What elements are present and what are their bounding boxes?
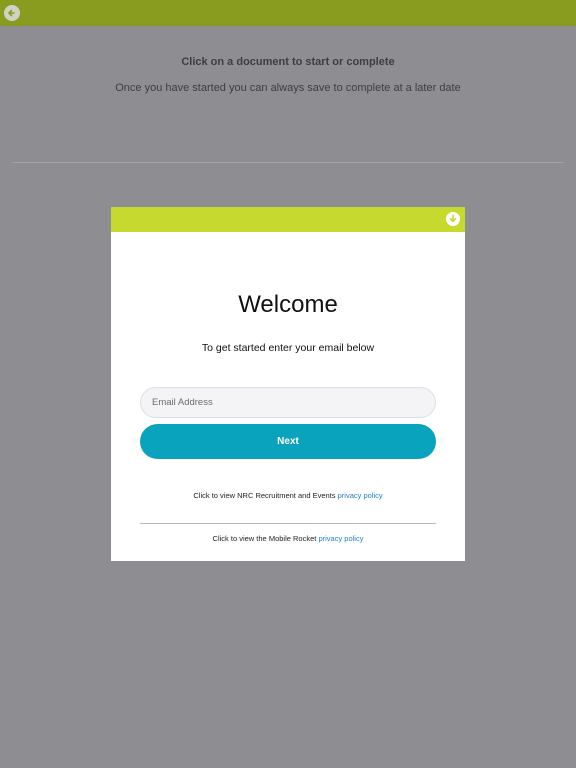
back-arrow-circle-icon (8, 9, 15, 17)
download-circle-icon (449, 214, 457, 223)
email-field[interactable] (140, 387, 436, 418)
mobile-rocket-policy-line: Click to view the Mobile Rocket privacy … (111, 534, 465, 543)
nrc-policy-line: Click to view NRC Recruitment and Events… (111, 491, 465, 500)
nrc-privacy-policy-link[interactable]: privacy policy (338, 491, 383, 500)
download-button[interactable] (446, 212, 460, 226)
mobile-rocket-policy-text: Click to view the Mobile Rocket (212, 534, 317, 543)
documents-subtitle: Once you have started you can always sav… (115, 82, 461, 94)
nrc-policy-text: Click to view NRC Recruitment and Events (193, 491, 336, 500)
welcome-title: Welcome (238, 291, 338, 318)
next-button[interactable]: Next (140, 424, 436, 459)
modal-header (111, 207, 465, 232)
mobile-rocket-privacy-policy-link[interactable]: privacy policy (318, 534, 363, 543)
back-button[interactable] (4, 5, 20, 21)
divider (12, 162, 564, 163)
documents-heading: Click on a document to start or complete (181, 56, 395, 68)
welcome-modal: Welcome To get started enter your email … (111, 207, 465, 561)
instruction-text: To get started enter your email below (201, 342, 375, 354)
top-bar (0, 0, 576, 26)
modal-divider (140, 523, 436, 524)
